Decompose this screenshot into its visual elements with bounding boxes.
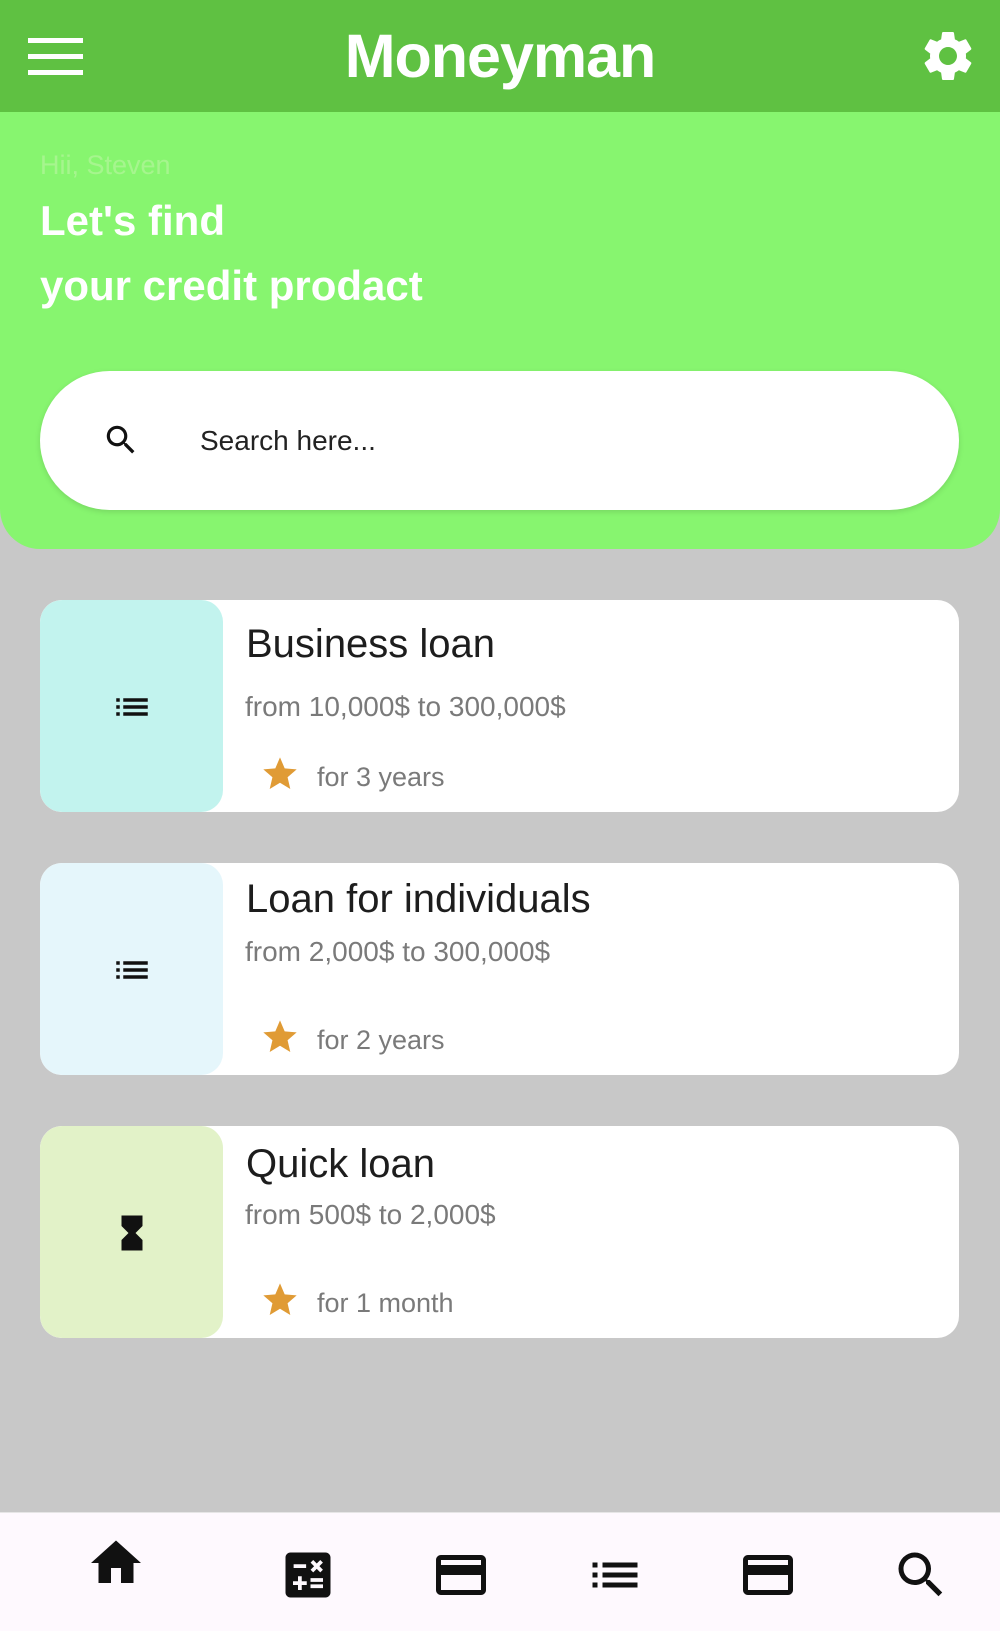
hourglass-icon xyxy=(121,1215,143,1251)
loan-range: from 10,000$ to 300,000$ xyxy=(245,691,566,722)
hero-heading-line1: Let's find xyxy=(40,197,225,244)
hero-panel: Hii, Steven Let's find your credit proda… xyxy=(0,112,1000,549)
loan-range: from 500$ to 2,000$ xyxy=(245,1199,496,1230)
list-icon xyxy=(116,698,148,716)
loan-term: for 3 years xyxy=(317,762,445,792)
star-icon xyxy=(263,1020,297,1052)
credit-card-icon xyxy=(743,1555,793,1595)
loan-card-quick[interactable]: Quick loan from 500$ to 2,000$ for 1 mon… xyxy=(40,1126,959,1338)
loan-title: Quick loan xyxy=(246,1142,435,1186)
loan-thumbnail xyxy=(40,600,223,812)
loan-card-business[interactable]: Business loan from 10,000$ to 300,000$ f… xyxy=(40,600,959,812)
list-icon xyxy=(116,961,148,979)
nav-calculator[interactable] xyxy=(278,1545,338,1605)
app-bar: Moneyman xyxy=(0,0,1000,112)
search-input[interactable] xyxy=(200,416,900,466)
search-icon xyxy=(898,1552,943,1597)
loan-thumbnail xyxy=(40,863,223,1075)
loan-term: for 1 month xyxy=(317,1288,454,1318)
search-icon[interactable] xyxy=(102,421,140,459)
nav-home[interactable] xyxy=(86,1533,146,1593)
nav-search[interactable] xyxy=(891,1545,951,1605)
loan-thumbnail xyxy=(40,1126,223,1338)
settings-gear-icon[interactable] xyxy=(918,26,978,86)
loan-card-individuals[interactable]: Loan for individuals from 2,000$ to 300,… xyxy=(40,863,959,1075)
star-icon xyxy=(263,1283,297,1315)
app-title: Moneyman xyxy=(344,22,657,90)
star-icon xyxy=(263,757,297,789)
bottom-nav-bar xyxy=(0,1512,1000,1631)
credit-card-icon xyxy=(436,1555,486,1595)
nav-wallet[interactable] xyxy=(738,1545,798,1605)
list-icon xyxy=(592,1562,638,1588)
hero-heading-line2: your credit prodact xyxy=(40,262,423,309)
loan-title: Business loan xyxy=(246,622,496,666)
calculator-icon xyxy=(285,1552,331,1598)
search-bar[interactable] xyxy=(40,371,959,510)
nav-list[interactable] xyxy=(585,1545,645,1605)
home-icon xyxy=(91,1540,141,1583)
greeting-text: Hii, Steven xyxy=(40,150,171,180)
loan-range: from 2,000$ to 300,000$ xyxy=(245,936,551,967)
loan-term: for 2 years xyxy=(317,1025,445,1055)
loan-title: Loan for individuals xyxy=(246,877,591,921)
nav-cards[interactable] xyxy=(431,1545,491,1605)
